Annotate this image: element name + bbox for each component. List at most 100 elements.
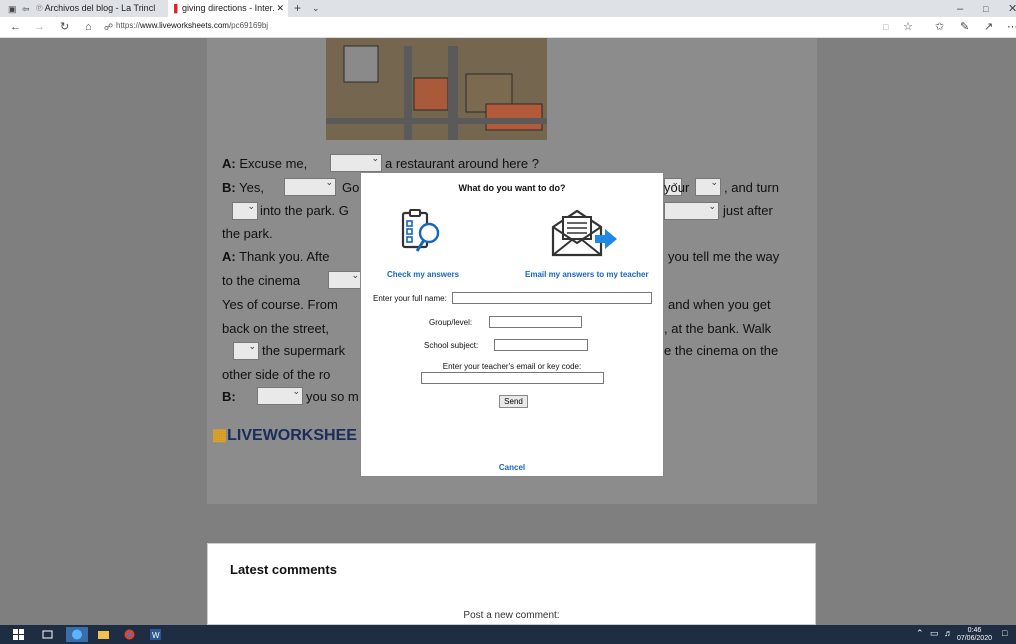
- address-bar: ← → ↻ ⌂ ☍ https://www.liveworksheets.com…: [0, 17, 1016, 38]
- speaker-a-1: A:: [222, 156, 236, 171]
- town-map-illustration: [326, 38, 547, 140]
- back-icon[interactable]: ←: [10, 20, 21, 34]
- lock-icon: ☍: [104, 22, 114, 32]
- new-tab-button[interactable]: +: [294, 1, 301, 15]
- network-icon[interactable]: ▭: [930, 628, 939, 639]
- back-tabs-icon[interactable]: ⇦: [22, 2, 30, 16]
- ws-line-2: B: Yes,: [222, 180, 264, 195]
- blank-dropdown-1[interactable]: [330, 153, 382, 172]
- logo-mark-icon: ▦: [212, 427, 228, 444]
- ws-right-3: just after: [723, 203, 773, 218]
- tab-bar: ▣ ⇦ ℗ Archivos del blog - La Trincl ❚ gi…: [0, 0, 1016, 17]
- blank-dropdown-8[interactable]: [695, 177, 721, 196]
- full-name-label: Enter your full name:: [373, 294, 447, 303]
- liveworksheets-favicon-icon: ❚: [172, 3, 183, 13]
- tab-list-chevron-icon[interactable]: ⌄: [312, 1, 320, 15]
- tab-actions-icon[interactable]: ▣: [8, 2, 17, 16]
- ws-line-1: A: Excuse me,: [222, 156, 307, 171]
- group-level-label: Group/level:: [429, 318, 473, 327]
- blank-dropdown-6[interactable]: [257, 386, 303, 405]
- ws-right-4: you tell me the way: [668, 249, 780, 264]
- submit-dialog: What do you want to do? Check my answers…: [360, 172, 664, 477]
- chrome-icon[interactable]: [124, 629, 135, 640]
- task-view-icon[interactable]: [42, 629, 53, 640]
- clipboard-magnifier-icon: [401, 209, 440, 252]
- cancel-link[interactable]: Cancel: [361, 463, 663, 472]
- teacher-code-input[interactable]: [421, 372, 604, 384]
- tab-blog[interactable]: ℗ Archivos del blog - La Trincl: [36, 0, 164, 17]
- school-subject-label: School subject:: [424, 341, 479, 350]
- url-prefix: https://: [116, 21, 141, 30]
- volume-icon[interactable]: ♬: [944, 628, 953, 638]
- dialog-title: What do you want to do?: [458, 183, 566, 193]
- svg-text:W: W: [152, 631, 160, 640]
- ws-line-2-text: Yes,: [239, 180, 264, 195]
- ws-line-1-text: Excuse me,: [239, 156, 308, 171]
- ws-right-5: and when you get: [668, 297, 771, 312]
- clock-time: 0:46: [967, 627, 982, 634]
- refresh-icon[interactable]: ↻: [60, 20, 69, 34]
- url-host: www.liveworksheets.com: [140, 21, 229, 30]
- ws-line-6: to the cinema: [222, 273, 301, 288]
- blank-dropdown-3[interactable]: [232, 201, 258, 220]
- system-clock[interactable]: 0:46 07/06/2020: [957, 627, 992, 643]
- windows-start-icon[interactable]: [13, 629, 24, 640]
- clock-date: 07/06/2020: [956, 635, 992, 642]
- more-icon[interactable]: ⋯: [1007, 20, 1016, 34]
- ws-line-2-rest: Go: [342, 180, 360, 195]
- url-field[interactable]: https://www.liveworksheets.com/pc69169bj: [116, 21, 268, 30]
- word-icon[interactable]: W: [150, 629, 161, 640]
- check-answers-option[interactable]: Check my answers: [375, 203, 467, 281]
- favorite-star-icon[interactable]: ☆: [903, 20, 913, 34]
- ws-line-11-text: you so m: [306, 389, 359, 404]
- ws-right-6: , at the bank. Walk: [664, 321, 772, 336]
- close-tab-icon[interactable]: ✕: [276, 0, 284, 17]
- edge-taskbar-icon[interactable]: [66, 627, 88, 642]
- blank-dropdown-5[interactable]: [233, 341, 259, 360]
- ws-line-5-text: Thank you. Afte: [239, 249, 330, 264]
- post-comment-label: Post a new comment:: [463, 610, 560, 621]
- tab-favicon-icon: ℗: [36, 3, 45, 13]
- url-path: /pc69169bj: [228, 21, 269, 30]
- minimize-icon[interactable]: –: [957, 2, 963, 16]
- pen-icon[interactable]: ✎: [960, 20, 969, 34]
- send-button[interactable]: Send: [499, 395, 528, 408]
- maximize-icon[interactable]: □: [983, 2, 988, 16]
- tab-giving-directions[interactable]: ❚ giving directions - Inter. ✕: [168, 0, 288, 17]
- school-subject-input[interactable]: [494, 339, 588, 351]
- email-teacher-label: Email my answers to my teacher: [525, 270, 649, 279]
- comments-section: Latest comments Post a new comment:: [207, 543, 816, 625]
- ws-line-11: B:: [222, 389, 236, 404]
- check-answers-label: Check my answers: [387, 270, 460, 279]
- home-icon[interactable]: ⌂: [85, 20, 92, 34]
- blank-dropdown-9[interactable]: [664, 201, 719, 220]
- close-window-icon[interactable]: ✕: [1008, 2, 1016, 16]
- forward-icon[interactable]: →: [34, 20, 45, 34]
- share-icon[interactable]: ↗: [984, 20, 993, 34]
- tab-blog-label: Archivos del blog - La Trincl: [44, 3, 156, 13]
- favorites-list-icon[interactable]: ✩: [935, 20, 944, 34]
- blank-dropdown-2[interactable]: [284, 177, 336, 196]
- tab-giving-directions-label: giving directions - Inter.: [182, 3, 275, 13]
- taskbar: W ⌃ ▭ ♬ 0:46 07/06/2020 □: [0, 625, 1016, 644]
- ws-line-10: other side of the ro: [222, 367, 331, 382]
- reading-view-icon[interactable]: □: [883, 20, 888, 34]
- email-teacher-option[interactable]: Email my answers to my teacher: [521, 203, 653, 281]
- ws-right-2: , and turn: [724, 180, 779, 195]
- group-level-input[interactable]: [489, 316, 582, 328]
- ws-line-1-rest: a restaurant around here ?: [385, 156, 539, 171]
- speaker-a-2: A:: [222, 249, 236, 264]
- ws-line-9: the supermark: [262, 343, 346, 358]
- blank-dropdown-4[interactable]: [328, 270, 362, 289]
- ws-line-8: back on the street,: [222, 321, 329, 336]
- file-explorer-icon[interactable]: [98, 629, 109, 640]
- tray-chevron-icon[interactable]: ⌃: [916, 628, 924, 639]
- teacher-code-label: Enter your teacher's email or key code:: [442, 362, 582, 371]
- full-name-input[interactable]: [452, 292, 652, 304]
- ws-line-3: into the park. G: [260, 203, 349, 218]
- worksheet-map-image: [326, 38, 547, 140]
- email-send-icon: [551, 209, 617, 257]
- liveworksheets-logo: ▦LIVEWORKSHEE: [212, 425, 357, 445]
- notifications-icon[interactable]: □: [1002, 628, 1007, 638]
- speaker-b-1: B:: [222, 180, 236, 195]
